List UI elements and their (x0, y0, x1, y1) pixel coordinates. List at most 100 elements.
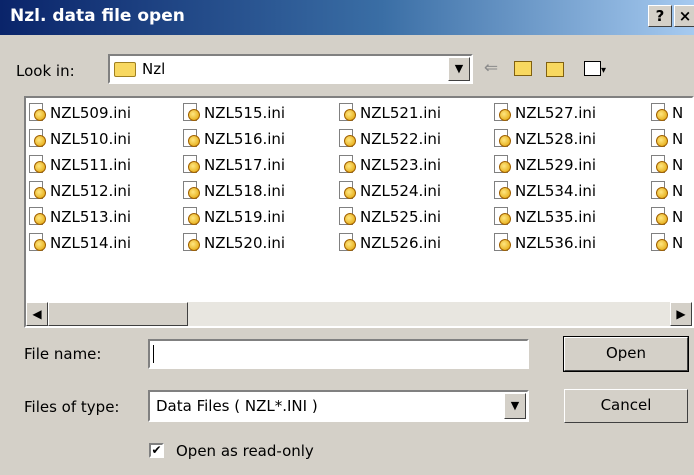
ini-file-icon (26, 128, 48, 150)
ini-file-icon (648, 206, 670, 228)
readonly-checkbox[interactable]: ✔ (149, 443, 164, 458)
file-item-label: NZL526.ini (360, 234, 442, 252)
file-item-label: NZL513.ini (50, 208, 132, 226)
ini-file-icon (26, 154, 48, 176)
file-item-label: NZL519.ini (204, 208, 286, 226)
file-item[interactable]: NZL536.ini (491, 230, 596, 256)
ini-file-icon (648, 180, 670, 202)
ini-file-icon (648, 102, 670, 124)
file-item[interactable]: NZL520.ini (180, 230, 285, 256)
file-name-input[interactable] (148, 339, 529, 369)
file-list[interactable]: N N N N N N NZL536.ini NZL535.ini NZL534.ini NZL5… (24, 96, 694, 328)
scroll-right-button[interactable]: ▶ (670, 302, 692, 326)
file-item[interactable]: NZL514.ini (26, 230, 131, 256)
look-in-value: Nzl (142, 60, 166, 78)
file-item[interactable]: NZL512.ini (26, 178, 131, 204)
file-type-dropdown[interactable]: Data Files ( NZL*.INI ) ▼ (148, 390, 529, 422)
file-item[interactable]: NZL522.ini (336, 126, 441, 152)
file-item[interactable]: NZL516.ini (180, 126, 285, 152)
file-item[interactable]: NZL523.ini (336, 152, 441, 178)
ini-file-icon (180, 180, 202, 202)
ini-file-icon (180, 128, 202, 150)
file-item[interactable]: N (648, 230, 683, 256)
readonly-label[interactable]: Open as read-only (176, 442, 314, 460)
file-type-label: Files of type: (24, 398, 120, 416)
file-item-label: NZL511.ini (50, 156, 132, 174)
file-item[interactable]: N (648, 126, 683, 152)
close-button[interactable]: × (674, 5, 694, 27)
chevron-down-icon[interactable]: ▼ (504, 393, 526, 419)
file-item[interactable]: NZL509.ini (26, 100, 131, 126)
file-item-label: NZL524.ini (360, 182, 442, 200)
cancel-button[interactable]: Cancel (564, 389, 688, 423)
file-item[interactable]: NZL521.ini (336, 100, 441, 126)
ini-file-icon (336, 154, 358, 176)
file-item[interactable]: NZL511.ini (26, 152, 131, 178)
file-item-label: NZL529.ini (515, 156, 597, 174)
ini-file-icon (180, 154, 202, 176)
file-item[interactable]: NZL528.ini (491, 126, 596, 152)
views-menu-icon[interactable]: ▾ (578, 56, 612, 80)
file-item-label: NZL512.ini (50, 182, 132, 200)
file-item-label: NZL517.ini (204, 156, 286, 174)
new-folder-icon[interactable] (544, 56, 566, 80)
help-button[interactable]: ? (648, 5, 672, 27)
ini-file-icon (648, 232, 670, 254)
file-item[interactable]: NZL535.ini (491, 204, 596, 230)
title-bar: Nzl. data file open ? × (0, 0, 694, 35)
file-item-label: NZL514.ini (50, 234, 132, 252)
ini-file-icon (336, 102, 358, 124)
file-item-label: N (672, 234, 684, 252)
file-item[interactable]: NZL510.ini (26, 126, 131, 152)
file-item[interactable]: N (648, 204, 683, 230)
file-item-label: NZL523.ini (360, 156, 442, 174)
ini-file-icon (336, 206, 358, 228)
ini-file-icon (491, 206, 513, 228)
file-item[interactable]: NZL519.ini (180, 204, 285, 230)
file-open-dialog: Nzl. data file open ? × Look in: Nzl ▼ ⇐… (0, 0, 694, 475)
file-item[interactable]: N (648, 178, 683, 204)
ini-file-icon (180, 232, 202, 254)
file-item[interactable]: NZL526.ini (336, 230, 441, 256)
file-item[interactable]: N (648, 152, 683, 178)
file-item[interactable]: NZL525.ini (336, 204, 441, 230)
dialog-title: Nzl. data file open (10, 6, 185, 26)
file-item[interactable]: NZL517.ini (180, 152, 285, 178)
file-item[interactable]: NZL524.ini (336, 178, 441, 204)
ini-file-icon (336, 232, 358, 254)
file-item[interactable]: NZL529.ini (491, 152, 596, 178)
scroll-left-button[interactable]: ◀ (26, 302, 48, 326)
file-item[interactable]: NZL527.ini (491, 100, 596, 126)
file-item-label: NZL516.ini (204, 130, 286, 148)
file-item[interactable]: NZL513.ini (26, 204, 131, 230)
file-item[interactable]: NZL534.ini (491, 178, 596, 204)
horizontal-scrollbar[interactable]: ◀ ▶ (26, 302, 692, 326)
file-item-label: NZL536.ini (515, 234, 597, 252)
file-item-label: N (672, 104, 684, 122)
ini-file-icon (491, 154, 513, 176)
chevron-down-icon[interactable]: ▼ (448, 57, 470, 81)
look-in-dropdown[interactable]: Nzl ▼ (108, 54, 473, 84)
file-item-label: NZL510.ini (50, 130, 132, 148)
file-item-label: NZL515.ini (204, 104, 286, 122)
look-in-label: Look in: (16, 62, 75, 80)
open-button[interactable]: Open (563, 336, 689, 372)
back-arrow-icon[interactable]: ⇐ (480, 56, 502, 80)
folder-icon (114, 62, 136, 77)
file-item[interactable]: N (648, 100, 683, 126)
file-item[interactable]: NZL515.ini (180, 100, 285, 126)
file-item-label: NZL518.ini (204, 182, 286, 200)
up-folder-icon[interactable] (512, 56, 534, 80)
file-item-label: N (672, 182, 684, 200)
ini-file-icon (336, 180, 358, 202)
file-item-label: NZL535.ini (515, 208, 597, 226)
scroll-thumb[interactable] (48, 302, 188, 326)
file-name-label: File name: (24, 345, 102, 363)
file-item-label: NZL528.ini (515, 130, 597, 148)
file-item[interactable]: NZL518.ini (180, 178, 285, 204)
ini-file-icon (26, 180, 48, 202)
ini-file-icon (648, 154, 670, 176)
ini-file-icon (180, 102, 202, 124)
file-item-label: NZL525.ini (360, 208, 442, 226)
ini-file-icon (491, 128, 513, 150)
